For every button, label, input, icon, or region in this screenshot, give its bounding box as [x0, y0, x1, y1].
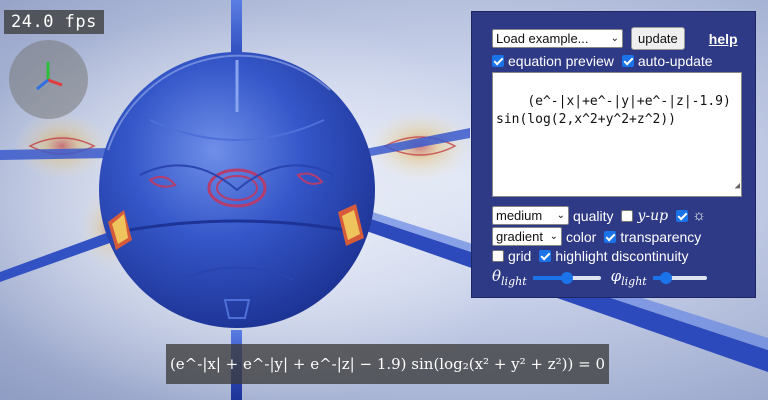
chevron-down-icon: ⌄ [556, 210, 565, 221]
chevron-down-icon: ⌄ [610, 33, 619, 44]
color-label: color [566, 228, 597, 245]
update-button[interactable]: update [631, 27, 685, 50]
highlight-discontinuity-label: highlight discontinuity [555, 248, 689, 264]
z-axis-icon [36, 78, 49, 91]
equation-text: (e^-|x|+e^-|y|+e^-|z|-1.9)sin(log(2,x^2+… [496, 94, 731, 127]
equation-preview-label: equation preview [508, 53, 614, 69]
equation-preview-checkbox[interactable] [492, 55, 504, 67]
fps-counter: 24.0 fps [4, 10, 104, 34]
transparency-checkbox[interactable] [604, 230, 617, 243]
sun-icon: ☼ [692, 207, 706, 224]
rendered-equation: (e^-|x| + e^-|y| + e^-|z| − 1.9) sin(log… [166, 344, 609, 384]
grid-label: grid [508, 248, 532, 264]
color-select[interactable]: gradient ⌄ [492, 227, 562, 246]
axis-gizmo[interactable] [9, 40, 88, 119]
help-link[interactable]: help [709, 31, 738, 47]
color-select-value: gradient [496, 229, 543, 244]
phi-light-label: φlight [610, 267, 647, 288]
resize-grip-icon[interactable]: ◢ [735, 177, 740, 195]
x-axis-icon [47, 78, 63, 87]
example-select[interactable]: Load example... ⌄ [492, 29, 623, 48]
theta-light-label: θlight [492, 267, 527, 288]
y-up-label: y-up [637, 207, 669, 224]
equation-textarea[interactable]: (e^-|x|+e^-|y|+e^-|z|-1.9)sin(log(2,x^2+… [492, 72, 742, 197]
y-up-checkbox[interactable] [621, 209, 634, 222]
quality-label: quality [573, 207, 614, 224]
highlight-discontinuity-checkbox[interactable] [539, 250, 552, 262]
quality-select-value: medium [496, 208, 543, 223]
grid-checkbox[interactable] [492, 250, 504, 262]
auto-update-label: auto-update [637, 53, 713, 69]
auto-update-checkbox[interactable] [621, 55, 634, 67]
light-toggle-checkbox[interactable] [676, 209, 689, 222]
chevron-down-icon: ⌄ [549, 231, 558, 242]
phi-light-slider[interactable] [652, 271, 707, 284]
theta-light-slider[interactable] [532, 271, 601, 284]
slider-thumb[interactable] [560, 271, 573, 284]
quality-select[interactable]: medium ⌄ [492, 206, 569, 225]
transparency-label: transparency [620, 228, 702, 245]
controls-panel: Load example... ⌄ update help equation p… [471, 11, 756, 298]
rendered-equation-text: (e^-|x| + e^-|y| + e^-|z| − 1.9) sin(log… [169, 355, 606, 373]
example-select-value: Load example... [496, 31, 589, 46]
slider-thumb[interactable] [660, 271, 673, 284]
